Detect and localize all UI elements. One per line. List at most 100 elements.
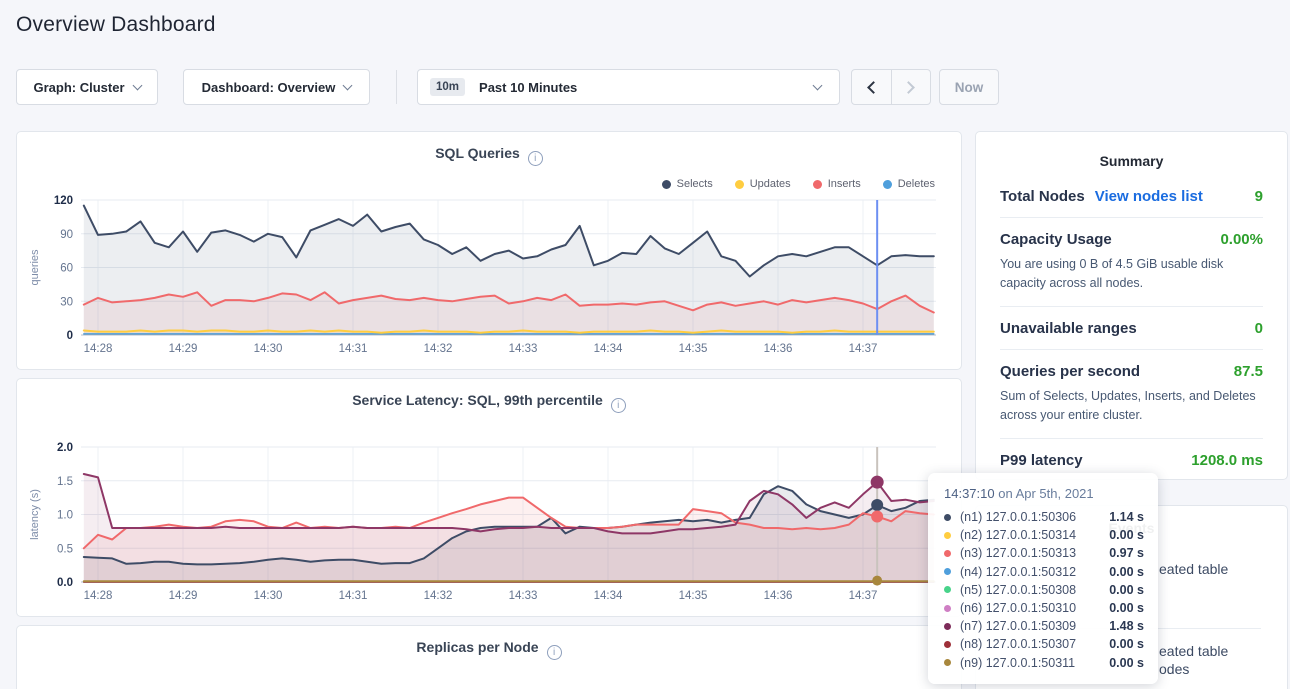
replicas-chart-title-row: Replicas per Node i: [17, 639, 961, 660]
y-tick-label: 0.5: [57, 543, 73, 555]
tooltip-node-address: (n8) 127.0.0.1:50307: [960, 637, 1109, 651]
summary-row-label: P99 latency: [1000, 452, 1083, 469]
now-button[interactable]: Now: [939, 69, 999, 105]
y-tick-label: 120: [54, 195, 73, 207]
tooltip-row: (n2) 127.0.0.1:503140.00 s: [944, 526, 1144, 544]
summary-row-value: 87.5: [1234, 363, 1263, 380]
chevron-down-icon: [343, 80, 353, 90]
tooltip-row: (n4) 127.0.0.1:503120.00 s: [944, 563, 1144, 581]
time-step-forward-button-disabled[interactable]: [891, 70, 931, 104]
tooltip-node-address: (n4) 127.0.0.1:50312: [960, 565, 1109, 579]
x-tick-label: 14:28: [84, 590, 113, 602]
y-tick-label: 0.0: [57, 577, 73, 589]
tooltip-node-address: (n5) 127.0.0.1:50308: [960, 583, 1109, 597]
series-area-Selects: [84, 206, 934, 335]
dashboard-selector-label: Dashboard: Overview: [202, 80, 336, 95]
summary-row-value: 1208.0 ms: [1191, 452, 1263, 469]
tooltip-node-value: 0.97 s: [1109, 546, 1144, 560]
chart-title: Replicas per Node: [416, 639, 538, 655]
node-color-dot: [944, 514, 951, 521]
x-tick-label: 14:32: [424, 343, 453, 355]
x-tick-label: 14:28: [84, 343, 113, 355]
y-tick-label: 2.0: [57, 442, 73, 454]
summary-row-label: Total Nodes: [1000, 188, 1085, 205]
x-tick-label: 14:35: [679, 343, 708, 355]
summary-row-caption: You are using 0 B of 4.5 GiB usable disk…: [1000, 255, 1263, 294]
x-tick-label: 14:34: [594, 343, 623, 355]
hover-point-dot: [871, 499, 883, 511]
tooltip-row: (n1) 127.0.0.1:503061.14 s: [944, 508, 1144, 526]
y-tick-label: 60: [60, 263, 73, 275]
overview-dashboard-page: Overview Dashboard Graph: Cluster Dashbo…: [0, 0, 1290, 689]
x-tick-label: 14:31: [339, 590, 368, 602]
x-tick-label: 14:36: [764, 590, 793, 602]
x-tick-label: 14:30: [254, 343, 283, 355]
summary-row-value: 0.00%: [1220, 231, 1263, 248]
tooltip-date: on Apr 5th, 2021: [998, 486, 1093, 501]
y-tick-label: 1.5: [57, 476, 73, 488]
y-axis-title: latency (s): [29, 489, 41, 540]
tooltip-node-address: (n1) 127.0.0.1:50306: [960, 510, 1109, 524]
view-nodes-list-link[interactable]: View nodes list: [1095, 188, 1203, 205]
info-icon[interactable]: i: [547, 645, 562, 660]
chevron-right-icon: [902, 81, 915, 94]
x-tick-label: 14:29: [169, 343, 198, 355]
y-tick-label: 90: [60, 229, 73, 241]
tooltip-node-address: (n6) 127.0.0.1:50310: [960, 601, 1109, 615]
time-range-label: Past 10 Minutes: [479, 80, 577, 95]
tooltip-timestamp: 14:37:10 on Apr 5th, 2021: [944, 486, 1144, 501]
y-tick-label: 30: [60, 296, 73, 308]
time-step-buttons: [851, 69, 931, 105]
tooltip-node-value: 0.00 s: [1109, 601, 1144, 615]
chevron-down-icon: [132, 80, 142, 90]
dashboard-selector-dropdown[interactable]: Dashboard: Overview: [183, 69, 370, 105]
tooltip-node-value: 1.14 s: [1109, 510, 1144, 524]
replicas-per-node-chart-card: Replicas per Node i: [16, 625, 962, 689]
summary-panel: Summary Total Nodes View nodes list 9 Ca…: [975, 131, 1288, 480]
node-color-dot: [944, 623, 951, 630]
x-tick-label: 14:34: [594, 590, 623, 602]
summary-row-total-nodes: Total Nodes View nodes list 9: [1000, 175, 1263, 217]
y-axis-title: queries: [29, 249, 41, 286]
tooltip-row: (n7) 127.0.0.1:503091.48 s: [944, 617, 1144, 635]
service-latency-chart-canvas[interactable]: 14:2814:2914:3014:3114:3214:3314:3414:35…: [17, 379, 963, 618]
tooltip-node-address: (n9) 127.0.0.1:50311: [960, 656, 1109, 670]
y-tick-label: 0: [67, 330, 73, 342]
summary-rows: Total Nodes View nodes list 9 Capacity U…: [976, 169, 1287, 481]
node-color-dot: [944, 550, 951, 557]
x-tick-label: 14:36: [764, 343, 793, 355]
summary-row-label: Unavailable ranges: [1000, 320, 1137, 337]
x-tick-label: 14:33: [509, 590, 538, 602]
chart-hover-tooltip: 14:37:10 on Apr 5th, 2021 (n1) 127.0.0.1…: [928, 473, 1158, 684]
toolbar-divider: [396, 70, 397, 104]
x-tick-label: 14:29: [169, 590, 198, 602]
time-range-dropdown[interactable]: 10m Past 10 Minutes: [417, 69, 840, 105]
node-color-dot: [944, 659, 951, 666]
tooltip-row: (n3) 127.0.0.1:503130.97 s: [944, 544, 1144, 562]
hover-point-dot: [871, 511, 883, 523]
sql-queries-chart-card: SQL Queriesi SelectsUpdatesInsertsDelete…: [16, 131, 962, 370]
tooltip-node-value: 0.00 s: [1109, 565, 1144, 579]
time-range-badge: 10m: [430, 78, 465, 96]
tooltip-row: (n6) 127.0.0.1:503100.00 s: [944, 599, 1144, 617]
chevron-down-icon: [813, 81, 823, 91]
graph-selector-dropdown[interactable]: Graph: Cluster: [16, 69, 158, 105]
node-color-dot: [944, 641, 951, 648]
hover-point-dot: [871, 476, 884, 489]
summary-row-value: 9: [1255, 188, 1263, 205]
summary-row-label: Capacity Usage: [1000, 231, 1112, 248]
tooltip-node-value: 0.00 s: [1109, 656, 1144, 670]
service-latency-chart-card: Service Latency: SQL, 99th percentilei 1…: [16, 378, 962, 617]
x-tick-label: 14:32: [424, 590, 453, 602]
tooltip-node-address: (n7) 127.0.0.1:50309: [960, 619, 1109, 633]
tooltip-row: (n8) 127.0.0.1:503070.00 s: [944, 635, 1144, 653]
node-color-dot: [944, 532, 951, 539]
y-tick-label: 1.0: [57, 510, 73, 522]
x-tick-label: 14:35: [679, 590, 708, 602]
page-title: Overview Dashboard: [16, 13, 216, 37]
sql-queries-chart-canvas[interactable]: 14:2814:2914:3014:3114:3214:3314:3414:35…: [17, 132, 963, 371]
now-button-label: Now: [955, 80, 984, 95]
tooltip-row: (n5) 127.0.0.1:503080.00 s: [944, 581, 1144, 599]
time-step-back-button[interactable]: [852, 70, 891, 104]
hover-point-dot: [872, 576, 882, 586]
